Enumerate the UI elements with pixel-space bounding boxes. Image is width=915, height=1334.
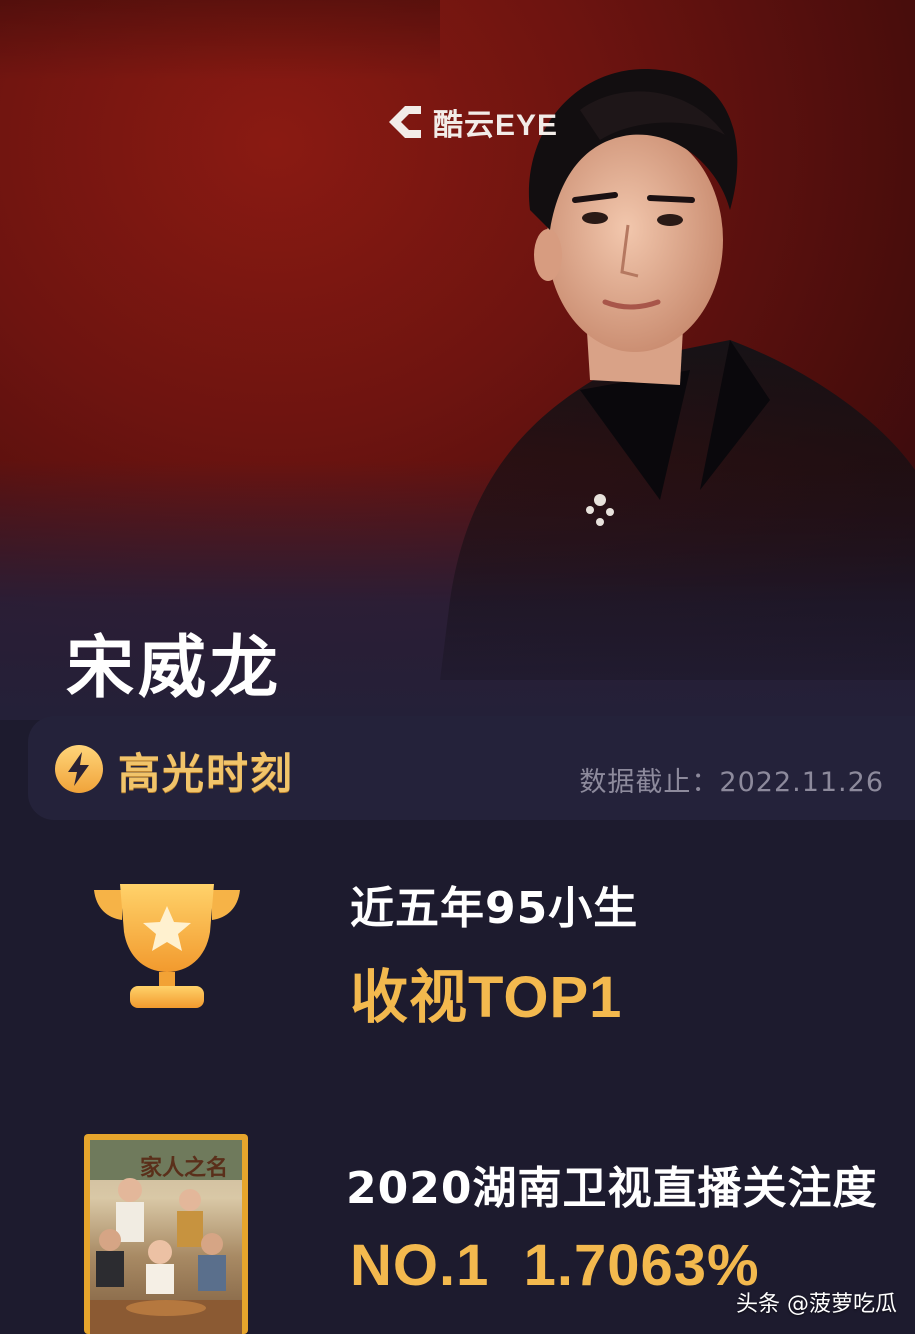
achievement-title-1: 近五年95小生 <box>350 883 639 934</box>
section-title: 高光时刻 <box>118 749 295 798</box>
achievement-title-2: 2020湖南卫视直播关注度 <box>346 1163 878 1214</box>
bolt-icon <box>55 745 103 793</box>
celebrity-name: 宋威龙 <box>66 629 283 708</box>
drama-poster: 家人之名 <box>84 1134 248 1334</box>
kuyun-logo-icon <box>389 106 421 138</box>
highlight-header: 高光时刻 数据截止：2022.11.26 <box>28 716 915 820</box>
curtain-shadow <box>0 0 440 80</box>
logo-text: 酷云EYE <box>433 109 559 142</box>
achievement-value-1: 收视TOP1 <box>350 965 623 1030</box>
kuyun-eye-logo: 酷云EYE <box>385 100 558 144</box>
poster-image: 家人之名 <box>90 1140 242 1334</box>
hero-banner: 酷云EYE 宋威龙 <box>0 0 915 720</box>
poster-title: 家人之名 <box>140 1156 229 1181</box>
data-cutoff-date: 数据截止：2022.11.26 <box>579 767 884 798</box>
trophy-icon <box>94 884 240 1008</box>
watermark-text: 头条 @菠萝吃瓜 <box>736 1292 897 1317</box>
achievement-value-2: NO.1 1.7063% <box>350 1233 760 1298</box>
watermark: 头条 @菠萝吃瓜 <box>736 1286 897 1318</box>
